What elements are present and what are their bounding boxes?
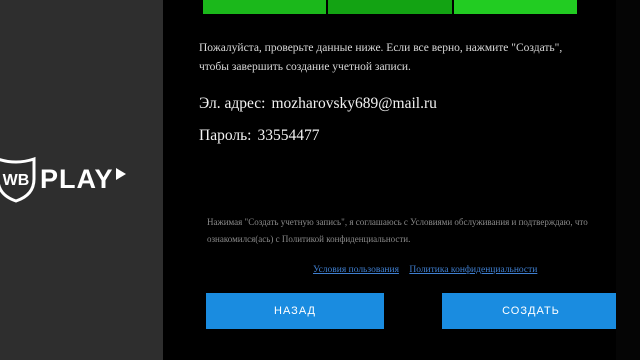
terms-notice: Нажимая "Создать учетную запись", я согл… [207,217,588,244]
privacy-policy-link[interactable]: Политика конфиденциальности [409,265,537,275]
signup-progress-bar [203,0,577,14]
create-button[interactable]: СОЗДАТЬ [442,293,620,329]
progress-segment [203,0,327,14]
legal-links: Условия пользования Политика конфиденциа… [313,265,545,275]
terms-of-use-link[interactable]: Условия пользования [313,265,399,275]
account-review-dialog: Пожалуйста, проверьте данные ниже. Если … [163,0,620,360]
back-button[interactable]: НАЗАД [206,293,384,329]
right-background [616,0,640,360]
email-label: Эл. адрес: [199,95,266,112]
wb-mark-text: WB [3,172,30,189]
password-value: 33554477 [257,127,320,144]
password-label: Пароль: [199,127,252,144]
play-wordmark: PLAY [40,163,114,194]
play-triangle-icon [115,168,126,180]
brand-panel: WB PLAY [0,0,163,360]
wb-play-logo: WB PLAY [0,154,150,204]
review-instructions: Пожалуйста, проверьте данные ниже. Если … [199,42,563,73]
wb-shield-icon: WB [0,156,36,203]
email-row: Эл. адрес: mozharovsky689@mail.ru [199,95,437,113]
password-row: Пароль: 33554477 [199,127,319,145]
progress-segment [453,0,577,14]
email-value: mozharovsky689@mail.ru [271,95,437,112]
progress-segment [328,0,452,14]
